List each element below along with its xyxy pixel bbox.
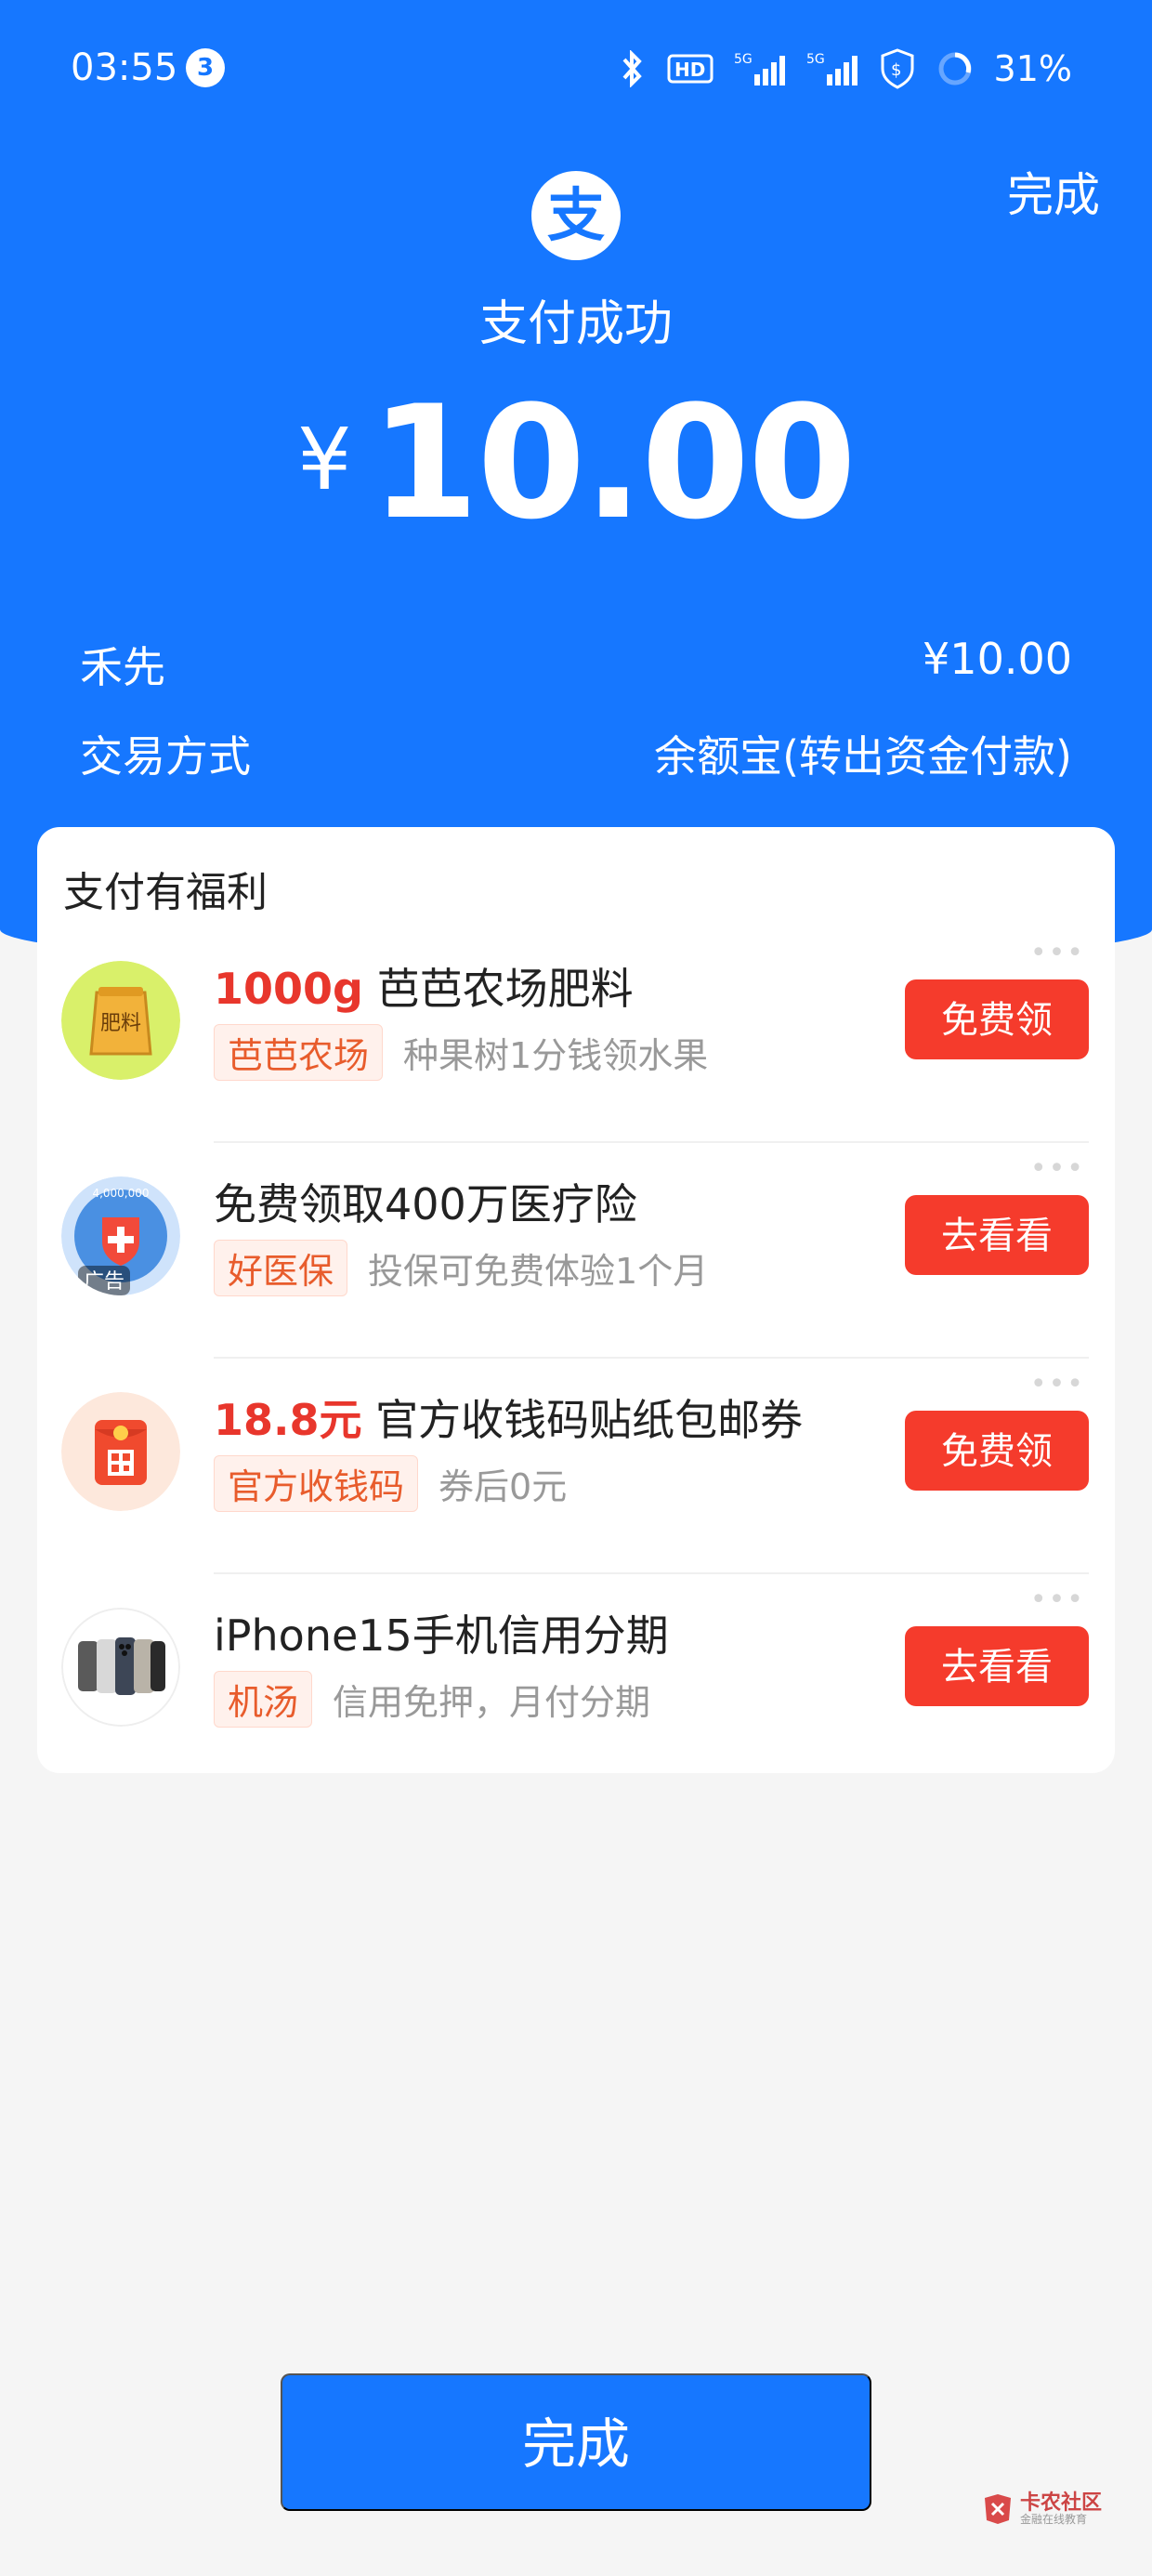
more-options-icon[interactable]: ••• bbox=[1030, 1368, 1085, 1400]
benefit-description: 券后0元 bbox=[439, 1466, 568, 1507]
benefit-title: 18.8元 官方收钱码贴纸包邮券 bbox=[214, 1387, 803, 1448]
benefit-description: 投保可免费体验1个月 bbox=[368, 1251, 709, 1292]
benefits-title: 支付有福利 bbox=[63, 869, 268, 916]
alipay-logo-icon: 支 bbox=[531, 171, 621, 260]
benefit-tag: 官方收钱码 bbox=[214, 1455, 419, 1512]
status-bar: 03:55 3 HD 5G 5G $ 31% bbox=[0, 0, 1152, 139]
more-options-icon[interactable]: ••• bbox=[1030, 937, 1085, 969]
benefit-subline: 官方收钱码 券后0元 bbox=[214, 1455, 567, 1512]
watermark-logo-icon bbox=[984, 2494, 1011, 2524]
payment-amount: ¥10.00 bbox=[0, 372, 1152, 554]
notification-badge: 3 bbox=[186, 48, 225, 87]
svg-text:广告: 广告 bbox=[84, 1270, 124, 1294]
payment-method-value: 余额宝(转出资金付款) bbox=[654, 731, 1072, 782]
benefit-item-iphone-installment[interactable]: ••• iPhone15手机信用分期 机汤 信用免押，月付分期 去看看 bbox=[37, 1574, 1115, 1790]
svg-text:5G: 5G bbox=[806, 52, 825, 67]
more-options-icon[interactable]: ••• bbox=[1030, 1584, 1085, 1616]
red-envelope-qr-icon bbox=[61, 1392, 180, 1511]
insurance-shield-icon: 4,000,000 广告 bbox=[61, 1176, 180, 1295]
svg-text:4,000,000: 4,000,000 bbox=[92, 1187, 149, 1200]
status-time: 03:55 bbox=[71, 46, 178, 89]
done-button[interactable]: 完成 bbox=[281, 2373, 871, 2511]
status-icons: HD 5G 5G $ 31% bbox=[619, 48, 1072, 89]
payment-method-label: 交易方式 bbox=[80, 731, 251, 782]
amount-value: 10.00 bbox=[370, 372, 857, 554]
hd-icon: HD bbox=[667, 54, 713, 84]
benefit-title: 免费领取400万医疗险 bbox=[214, 1179, 637, 1229]
bluetooth-icon bbox=[622, 50, 642, 87]
more-options-icon[interactable]: ••• bbox=[1030, 1152, 1085, 1185]
fertilizer-bag-icon: 肥料 bbox=[61, 961, 180, 1080]
benefits-card: 支付有福利 ••• 肥料 1000g 芭芭农场肥料 芭芭农场 种果树1分钱领水果… bbox=[37, 827, 1115, 1773]
claim-free-button[interactable]: 免费领 bbox=[905, 979, 1089, 1059]
benefit-tag: 芭芭农场 bbox=[214, 1024, 384, 1081]
benefit-title-text: 芭芭农场肥料 bbox=[362, 964, 634, 1014]
view-button[interactable]: 去看看 bbox=[905, 1195, 1089, 1275]
svg-text:HD: HD bbox=[674, 59, 705, 81]
benefit-item-medical-insurance[interactable]: ••• 4,000,000 广告 免费领取400万医疗险 好医保 投保可免费体验… bbox=[37, 1143, 1115, 1359]
payee-name: 禾先 bbox=[80, 642, 165, 692]
benefit-subline: 机汤 信用免押，月付分期 bbox=[214, 1671, 650, 1728]
battery-ring-icon bbox=[938, 52, 972, 85]
view-button[interactable]: 去看看 bbox=[905, 1626, 1089, 1706]
currency-symbol: ¥ bbox=[297, 410, 352, 509]
signal-5g-icon-2: 5G bbox=[806, 52, 857, 85]
benefit-subline: 好医保 投保可免费体验1个月 bbox=[214, 1240, 708, 1296]
done-link-top[interactable]: 完成 bbox=[1007, 158, 1100, 225]
watermark-text: 卡农社区 bbox=[1019, 2491, 1102, 2516]
svg-text:肥料: 肥料 bbox=[100, 1012, 141, 1035]
payee-row: 禾先 ¥10.00 bbox=[80, 634, 1072, 695]
benefit-tag: 机汤 bbox=[214, 1671, 313, 1728]
benefit-item-qr-sticker[interactable]: ••• 18.8元 官方收钱码贴纸包邮券 官方收钱码 券后0元 免费领 bbox=[37, 1359, 1115, 1574]
svg-text:$: $ bbox=[891, 60, 901, 80]
signal-5g-icon-1: 5G bbox=[734, 52, 785, 85]
benefit-highlight: 18.8元 bbox=[214, 1395, 362, 1445]
benefit-title-text: 官方收钱码贴纸包邮券 bbox=[361, 1395, 804, 1445]
claim-free-button[interactable]: 免费领 bbox=[905, 1411, 1089, 1491]
payee-amount: ¥10.00 bbox=[923, 634, 1072, 684]
payment-status: 支付成功 bbox=[478, 296, 673, 352]
svg-text:5G: 5G bbox=[734, 52, 753, 67]
benefit-tag: 好医保 bbox=[214, 1240, 348, 1296]
benefit-description: 种果树1分钱领水果 bbox=[403, 1035, 709, 1076]
battery-percent: 31% bbox=[993, 48, 1072, 89]
iphone-phones-icon bbox=[61, 1608, 180, 1727]
payment-method-row: 交易方式 余额宝(转出资金付款) bbox=[80, 723, 1072, 784]
watermark-subtext: 金融在线教育 bbox=[1019, 2513, 1087, 2527]
shield-icon: $ bbox=[881, 48, 914, 89]
benefit-title: iPhone15手机信用分期 bbox=[214, 1610, 669, 1661]
benefit-item-fertilizer[interactable]: ••• 肥料 1000g 芭芭农场肥料 芭芭农场 种果树1分钱领水果 免费领 bbox=[37, 927, 1115, 1143]
benefit-highlight: 1000g bbox=[214, 964, 363, 1014]
benefit-subline: 芭芭农场 种果树1分钱领水果 bbox=[214, 1024, 708, 1081]
watermark: 卡农社区 金融在线教育 bbox=[981, 2492, 1102, 2526]
benefit-description: 信用免押，月付分期 bbox=[333, 1682, 651, 1723]
benefit-title: 1000g 芭芭农场肥料 bbox=[214, 955, 634, 1017]
